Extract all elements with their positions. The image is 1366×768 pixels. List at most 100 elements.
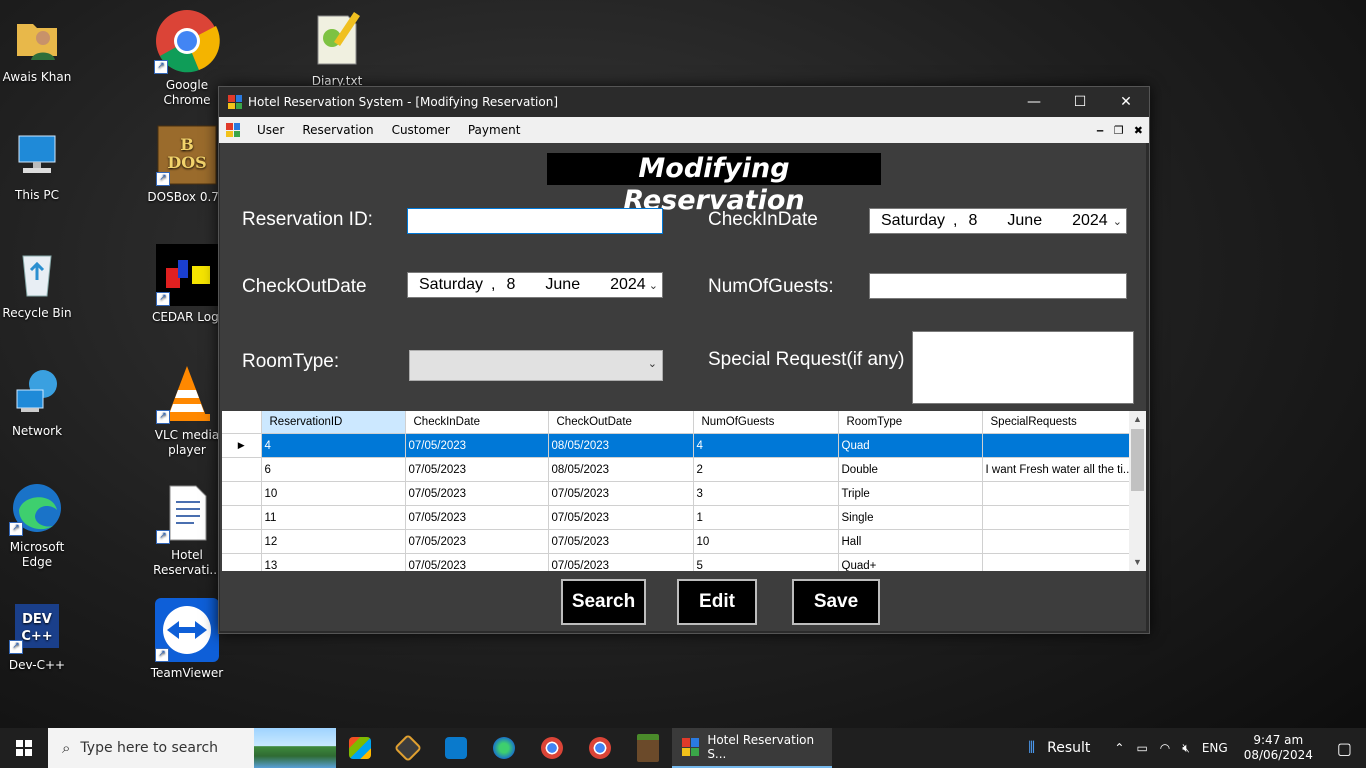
cell-specialrequests[interactable]: I want Fresh water all the ti... (982, 457, 1135, 482)
cell-roomtype[interactable]: Double (838, 457, 983, 482)
cell-reservationid[interactable]: 6 (261, 457, 406, 482)
desktop-icon-recycle-bin[interactable]: Recycle Bin (0, 246, 77, 321)
room-type-select[interactable]: ⌄ (409, 350, 663, 381)
search-button[interactable]: Search (561, 579, 646, 625)
menu-payment[interactable]: Payment (459, 123, 530, 137)
num-guests-input[interactable] (869, 273, 1127, 299)
cell-numofguests[interactable]: 3 (693, 481, 839, 506)
notification-icon[interactable]: ▢ (1323, 739, 1366, 758)
desktop-icon-awais-khan[interactable]: Awais Khan (0, 10, 77, 85)
desktop-icon-vlc[interactable]: ↗ VLC media player (147, 362, 227, 458)
row-header[interactable] (222, 529, 262, 554)
scroll-down-icon[interactable]: ▼ (1129, 554, 1146, 571)
chevron-down-icon[interactable]: ⌄ (1113, 215, 1122, 228)
save-button[interactable]: Save (792, 579, 880, 625)
desktop-icon-hotel-reservation[interactable]: ↗ Hotel Reservati... (147, 482, 227, 578)
mdi-close-button[interactable]: ✖ (1134, 124, 1143, 137)
taskbar-vscode[interactable] (432, 728, 480, 768)
checkout-date-picker[interactable]: Saturday , 8 June 2024 ⌄ (407, 272, 663, 298)
column-header-checkoutdate[interactable]: CheckOutDate (548, 411, 694, 434)
desktop-icon-cedar[interactable]: ↗ CEDAR Logi (147, 244, 227, 325)
cell-checkindate[interactable]: 07/05/2023 (405, 529, 549, 554)
cell-checkindate[interactable]: 07/05/2023 (405, 457, 549, 482)
cell-checkindate[interactable]: 07/05/2023 (405, 481, 549, 506)
column-header-reservationid[interactable]: ReservationID (261, 411, 406, 434)
edit-button[interactable]: Edit (677, 579, 757, 625)
table-row[interactable]: 12 07/05/2023 07/05/2023 10 Hall (222, 529, 1135, 554)
desktop-icon-teamviewer[interactable]: ↗ TeamViewer (147, 598, 227, 681)
cell-specialrequests[interactable] (982, 505, 1135, 530)
cell-checkoutdate[interactable]: 07/05/2023 (548, 529, 694, 554)
chevron-down-icon[interactable]: ⌄ (649, 279, 658, 292)
language-indicator[interactable]: ENG (1196, 741, 1234, 755)
column-header-checkindate[interactable]: CheckInDate (405, 411, 549, 434)
taskbar-minecraft[interactable] (624, 728, 672, 768)
grid-vertical-scrollbar[interactable]: ▲ ▼ (1129, 411, 1146, 571)
row-header[interactable] (222, 505, 262, 530)
minimize-button[interactable]: — (1011, 87, 1057, 117)
window-titlebar[interactable]: Hotel Reservation System - [Modifying Re… (219, 87, 1149, 117)
cell-numofguests[interactable]: 4 (693, 433, 839, 458)
cell-specialrequests[interactable] (982, 433, 1135, 458)
column-header-roomtype[interactable]: RoomType (838, 411, 983, 434)
wifi-icon[interactable]: ◠ (1154, 741, 1176, 755)
reservation-id-input[interactable] (407, 208, 663, 234)
mdi-restore-button[interactable]: ❐ (1114, 124, 1124, 137)
reservations-grid[interactable]: ReservationID CheckInDate CheckOutDate N… (222, 411, 1146, 571)
cell-reservationid[interactable]: 4 (261, 433, 406, 458)
cell-reservationid[interactable]: 12 (261, 529, 406, 554)
cell-specialrequests[interactable] (982, 529, 1135, 554)
taskbar-chrome-2[interactable] (576, 728, 624, 768)
desktop-icon-devcpp[interactable]: DEV C++ ↗ Dev-C++ (0, 598, 77, 673)
table-row[interactable]: 6 07/05/2023 08/05/2023 2 Double I want … (222, 457, 1135, 482)
table-row[interactable]: ▶ 4 07/05/2023 08/05/2023 4 Quad (222, 433, 1135, 458)
cell-specialrequests[interactable] (982, 481, 1135, 506)
table-row[interactable]: 13 07/05/2023 07/05/2023 5 Quad+ (222, 553, 1135, 571)
row-header[interactable] (222, 481, 262, 506)
column-header-numofguests[interactable]: NumOfGuests (693, 411, 839, 434)
cell-roomtype[interactable]: Quad+ (838, 553, 983, 571)
cell-numofguests[interactable]: 5 (693, 553, 839, 571)
cell-checkindate[interactable]: 07/05/2023 (405, 505, 549, 530)
cell-roomtype[interactable]: Quad (838, 433, 983, 458)
battery-icon[interactable]: ▭ (1130, 741, 1153, 755)
mdi-minimize-button[interactable]: ‒ (1096, 124, 1104, 137)
cell-roomtype[interactable]: Single (838, 505, 983, 530)
grid-corner-header[interactable] (222, 411, 262, 434)
cell-specialrequests[interactable] (982, 553, 1135, 571)
cell-roomtype[interactable]: Hall (838, 529, 983, 554)
desktop-icon-edge[interactable]: ↗ Microsoft Edge (0, 480, 77, 570)
row-selector-arrow-icon[interactable]: ▶ (222, 433, 262, 458)
cell-reservationid[interactable]: 10 (261, 481, 406, 506)
desktop-icon-this-pc[interactable]: This PC (0, 128, 77, 203)
taskbar-search-box[interactable]: ⌕ Type here to search (48, 728, 336, 768)
table-row[interactable]: 10 07/05/2023 07/05/2023 3 Triple (222, 481, 1135, 506)
cell-numofguests[interactable]: 2 (693, 457, 839, 482)
cell-checkindate[interactable]: 07/05/2023 (405, 553, 549, 571)
desktop-icon-diary[interactable]: Diary.txt (297, 8, 377, 89)
desktop-icon-chrome[interactable]: ↗ Google Chrome (147, 8, 227, 108)
taskbar-chrome-1[interactable] (528, 728, 576, 768)
maximize-button[interactable]: ☐ (1057, 87, 1103, 117)
start-button[interactable] (0, 728, 48, 768)
cell-checkoutdate[interactable]: 07/05/2023 (548, 481, 694, 506)
cell-checkoutdate[interactable]: 08/05/2023 (548, 457, 694, 482)
table-row[interactable]: 11 07/05/2023 07/05/2023 1 Single (222, 505, 1135, 530)
chevron-up-icon[interactable]: ⌃ (1108, 741, 1130, 755)
cell-reservationid[interactable]: 11 (261, 505, 406, 530)
cell-checkoutdate[interactable]: 07/05/2023 (548, 505, 694, 530)
taskbar-active-app[interactable]: Hotel Reservation S... (672, 728, 832, 768)
cell-checkoutdate[interactable]: 07/05/2023 (548, 553, 694, 571)
checkin-date-picker[interactable]: Saturday , 8 June 2024 ⌄ (869, 208, 1127, 234)
row-header[interactable] (222, 457, 262, 482)
weather-icon[interactable]: ⦀ (1022, 738, 1041, 758)
cell-checkoutdate[interactable]: 08/05/2023 (548, 433, 694, 458)
clock[interactable]: 9:47 am 08/06/2024 (1234, 733, 1323, 763)
scroll-up-icon[interactable]: ▲ (1129, 411, 1146, 428)
desktop-icon-network[interactable]: Network (0, 364, 77, 439)
row-header[interactable] (222, 553, 262, 571)
menu-user[interactable]: User (248, 123, 293, 137)
cell-numofguests[interactable]: 10 (693, 529, 839, 554)
close-button[interactable]: ✕ (1103, 87, 1149, 117)
cell-roomtype[interactable]: Triple (838, 481, 983, 506)
